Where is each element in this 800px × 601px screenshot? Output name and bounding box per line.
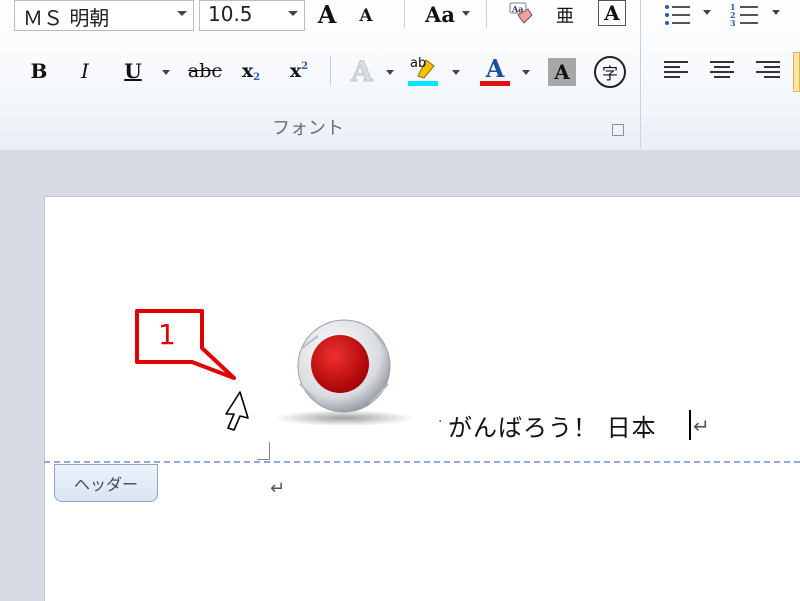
divider bbox=[486, 0, 487, 28]
highlight-icon: ab bbox=[410, 56, 427, 71]
align-left-icon bbox=[664, 61, 688, 78]
enclose-char-icon: 字 bbox=[601, 64, 618, 83]
chevron-down-icon[interactable] bbox=[162, 70, 170, 75]
document-page[interactable] bbox=[44, 196, 800, 601]
margin-corner-mark bbox=[257, 459, 269, 460]
ribbon: ＭＳ 明朝 10.5 A A Aa Aa 亜 A B I U abc x2 x2… bbox=[0, 0, 800, 151]
enclose-char-button[interactable]: 字 bbox=[594, 56, 626, 88]
font-name-combobox[interactable]: ＭＳ 明朝 bbox=[14, 0, 194, 31]
chevron-down-icon[interactable] bbox=[452, 70, 460, 75]
font-size-value: 10.5 bbox=[208, 2, 253, 26]
subscript-icon: x bbox=[241, 60, 254, 82]
grow-font-icon: A bbox=[317, 0, 337, 29]
bullets-button[interactable] bbox=[660, 0, 694, 28]
bold-icon: B bbox=[30, 59, 48, 83]
svg-text:3: 3 bbox=[730, 18, 736, 27]
align-center-button[interactable] bbox=[706, 56, 738, 84]
subscript-button[interactable]: x2 bbox=[236, 56, 266, 86]
char-shading-icon: A bbox=[554, 60, 570, 84]
numbered-list-icon: 123 bbox=[730, 2, 758, 27]
text-caret bbox=[689, 410, 691, 440]
align-left-button[interactable] bbox=[660, 56, 692, 84]
subscript-mark: 2 bbox=[253, 71, 261, 83]
font-color-bar bbox=[480, 81, 510, 86]
text-effect-icon: A bbox=[351, 54, 374, 88]
divider bbox=[330, 56, 331, 86]
shrink-font-button[interactable]: A bbox=[354, 4, 378, 28]
group-divider bbox=[640, 0, 641, 148]
chevron-down-icon[interactable] bbox=[462, 11, 470, 16]
paragraph-mark: ↵ bbox=[270, 478, 286, 499]
japan-soccer-ball-icon bbox=[274, 319, 414, 426]
text-effect-button[interactable]: A bbox=[344, 54, 380, 88]
eraser-icon: Aa bbox=[509, 2, 533, 24]
phonetic-guide-button[interactable]: 亜 bbox=[550, 0, 580, 30]
font-size-combobox[interactable]: 10.5 bbox=[199, 0, 305, 31]
grow-font-button[interactable]: A bbox=[312, 0, 342, 29]
underline-button[interactable]: U bbox=[118, 56, 148, 86]
change-case-icon: Aa bbox=[425, 1, 455, 27]
shrink-font-icon: A bbox=[359, 6, 373, 26]
align-right-icon bbox=[756, 61, 780, 78]
char-shading-button[interactable]: A bbox=[548, 58, 576, 86]
margin-corner-mark bbox=[269, 442, 270, 460]
chevron-down-icon[interactable] bbox=[703, 10, 711, 15]
underline-icon: U bbox=[124, 59, 142, 83]
strikethrough-button[interactable]: abc bbox=[185, 56, 225, 86]
space-mark: · bbox=[438, 414, 443, 430]
callout-number: 1 bbox=[158, 318, 176, 351]
bold-button[interactable]: B bbox=[24, 56, 54, 86]
chevron-down-icon[interactable] bbox=[288, 11, 298, 16]
font-color-icon: A bbox=[485, 53, 505, 83]
character-border-icon: A bbox=[604, 1, 620, 25]
step-callout: 1 bbox=[134, 308, 254, 392]
align-right-button[interactable] bbox=[752, 56, 784, 84]
superscript-mark: 2 bbox=[301, 60, 309, 72]
arrow-cursor-icon bbox=[225, 391, 249, 431]
font-color-button[interactable]: A bbox=[478, 54, 512, 88]
chevron-down-icon[interactable] bbox=[177, 11, 187, 16]
highlight-button[interactable]: ab bbox=[406, 54, 440, 88]
chevron-down-icon[interactable] bbox=[386, 70, 394, 75]
font-group-label: フォント bbox=[272, 118, 344, 139]
phonetic-guide-icon: 亜 bbox=[556, 6, 574, 27]
soccer-ball-image[interactable] bbox=[274, 318, 418, 432]
header-label-tab[interactable]: ヘッダー bbox=[54, 464, 158, 502]
justify-button[interactable] bbox=[793, 52, 800, 92]
header-label: ヘッダー bbox=[73, 475, 138, 494]
bullet-list-icon bbox=[665, 5, 690, 25]
italic-icon: I bbox=[81, 59, 89, 83]
clear-formatting-button[interactable]: Aa bbox=[506, 0, 534, 28]
chevron-down-icon[interactable] bbox=[772, 10, 780, 15]
align-center-icon bbox=[710, 61, 734, 78]
divider bbox=[404, 0, 405, 28]
numbering-button[interactable]: 123 bbox=[728, 0, 762, 28]
mouse-cursor bbox=[222, 390, 252, 438]
character-border-button[interactable]: A bbox=[598, 0, 626, 26]
change-case-button[interactable]: Aa bbox=[420, 0, 470, 28]
superscript-button[interactable]: x2 bbox=[284, 56, 314, 86]
strikethrough-icon: abc bbox=[187, 60, 223, 82]
font-name-value: ＭＳ 明朝 bbox=[23, 6, 110, 30]
superscript-icon: x bbox=[289, 60, 302, 82]
dialog-launcher-icon[interactable] bbox=[612, 124, 624, 136]
italic-button[interactable]: I bbox=[70, 56, 100, 86]
header-text[interactable]: がんばろう！ 日本 bbox=[448, 408, 657, 443]
chevron-down-icon[interactable] bbox=[522, 70, 530, 75]
header-boundary-line bbox=[44, 461, 800, 463]
paragraph-mark: ↵ bbox=[693, 414, 710, 438]
callout-badge-icon bbox=[135, 309, 236, 380]
